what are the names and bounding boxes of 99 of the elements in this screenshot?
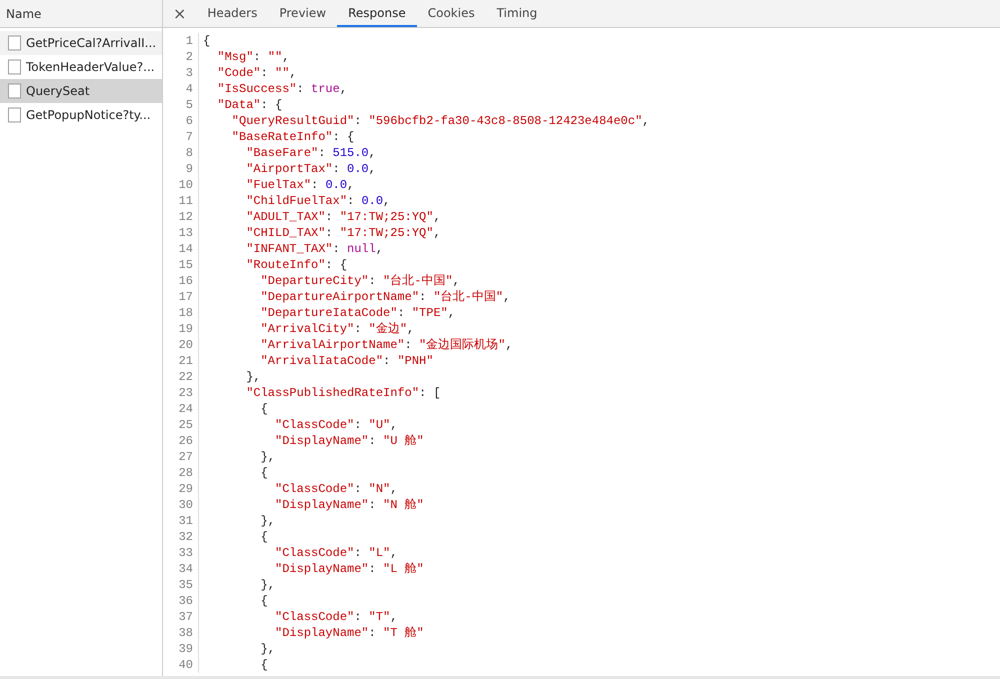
- line-number: 28: [178, 465, 193, 481]
- code-line: },: [245, 370, 261, 384]
- code-line: },: [260, 514, 276, 528]
- request-item[interactable]: GetPriceCal?ArrivalI...: [0, 31, 162, 55]
- line-number: 19: [178, 321, 193, 337]
- code-line: "ClassCode": "L",: [274, 546, 398, 560]
- line-number: 15: [178, 257, 193, 273]
- line-number: 9: [184, 161, 193, 177]
- code-line: "BaseRateInfo": {: [230, 130, 354, 144]
- code-line: "DepartureCity": "台北-中国",: [260, 274, 460, 288]
- line-number: 18: [178, 305, 193, 321]
- line-number: 14: [178, 241, 193, 257]
- code-line: "RouteInfo": {: [245, 258, 348, 272]
- code-line: "ArrivalCity": "金边",: [260, 322, 414, 336]
- code-line: "ADULT_TAX": "17:TW;25:YQ",: [245, 210, 441, 224]
- code-line: },: [260, 450, 276, 464]
- document-icon: [8, 83, 21, 99]
- line-number: 20: [178, 337, 193, 353]
- line-number: 4: [184, 81, 193, 97]
- line-number: 32: [178, 529, 193, 545]
- line-number: 27: [178, 449, 193, 465]
- code-line: "IsSuccess": true,: [216, 82, 348, 96]
- line-number: 7: [184, 129, 193, 145]
- document-icon: [8, 107, 21, 123]
- line-number: 1: [184, 33, 193, 49]
- code-line: "DisplayName": "U 舱": [274, 434, 424, 448]
- code-line: "QueryResultGuid": "596bcfb2-fa30-43c8-8508-12423e484e0c",: [230, 114, 650, 128]
- line-number: 3: [184, 65, 193, 81]
- request-item[interactable]: QuerySeat: [0, 79, 162, 103]
- tab[interactable]: Cookies: [416, 0, 486, 27]
- line-number: 34: [178, 561, 193, 577]
- code-line: {: [260, 530, 268, 544]
- line-number: 21: [178, 353, 193, 369]
- code-line: "DepartureIataCode": "TPE",: [260, 306, 456, 320]
- line-number: 17: [178, 289, 193, 305]
- code-line: },: [260, 642, 276, 656]
- line-number: 6: [184, 113, 193, 129]
- line-number: 29: [178, 481, 193, 497]
- line-number: 40: [178, 657, 193, 673]
- line-number: 36: [178, 593, 193, 609]
- code-line: },: [260, 578, 276, 592]
- code-line: {: [203, 34, 210, 48]
- document-icon: [8, 35, 21, 51]
- line-number: 22: [178, 369, 193, 385]
- code-line: "Msg": "",: [216, 50, 290, 64]
- line-number: 31: [178, 513, 193, 529]
- code-line: "ChildFuelTax": 0.0,: [245, 194, 390, 208]
- code-line: "ClassPublishedRateInfo": [: [245, 386, 441, 400]
- line-number: 23: [178, 385, 193, 401]
- code-line: "ArrivalAirportName": "金边国际机场",: [260, 338, 513, 352]
- line-number: 39: [178, 641, 193, 657]
- request-name: GetPopupNotice?ty...: [26, 108, 151, 122]
- line-number: 37: [178, 609, 193, 625]
- code-line: {: [260, 594, 268, 608]
- line-number: 25: [178, 417, 193, 433]
- code-line: "Data": {: [216, 98, 282, 112]
- column-header: Name: [0, 0, 162, 28]
- code-line: "DisplayName": "L 舱": [274, 562, 424, 576]
- close-button[interactable]: ×: [163, 0, 196, 27]
- code-line: {: [260, 658, 268, 672]
- line-number: 12: [178, 209, 193, 225]
- line-number: 33: [178, 545, 193, 561]
- request-name: QuerySeat: [26, 84, 90, 98]
- code-line: {: [260, 466, 268, 480]
- code-line: {: [260, 402, 268, 416]
- request-name: TokenHeaderValue?...: [26, 60, 155, 74]
- line-number: 30: [178, 497, 193, 513]
- tab[interactable]: Response: [337, 0, 417, 27]
- line-number: 11: [178, 193, 193, 209]
- tab[interactable]: Headers: [196, 0, 268, 27]
- line-number: 13: [178, 225, 193, 241]
- line-number: 5: [184, 97, 193, 113]
- tab[interactable]: Preview: [268, 0, 338, 27]
- request-name: GetPriceCal?ArrivalI...: [26, 36, 156, 50]
- code-line: "DisplayName": "N 舱": [274, 498, 424, 512]
- code-line: "DisplayName": "T 舱": [274, 626, 424, 640]
- line-number: 8: [184, 145, 193, 161]
- line-number: 16: [178, 273, 193, 289]
- code-line: "INFANT_TAX": null,: [245, 242, 384, 256]
- code-line: "Code": "",: [216, 66, 297, 80]
- code-line: "CHILD_TAX": "17:TW;25:YQ",: [245, 226, 441, 240]
- code-line: "ArrivalIataCode": "PNH": [260, 354, 434, 368]
- line-number: 38: [178, 625, 193, 641]
- request-item[interactable]: TokenHeaderValue?...: [0, 55, 162, 79]
- line-number: 10: [178, 177, 193, 193]
- tab[interactable]: Timing: [486, 0, 548, 27]
- code-line: "FuelTax": 0.0,: [245, 178, 354, 192]
- line-number: 24: [178, 401, 193, 417]
- line-number: 35: [178, 577, 193, 593]
- line-number: 2: [184, 49, 193, 65]
- document-icon: [8, 59, 21, 75]
- code-line: "BaseFare": 515.0,: [245, 146, 376, 160]
- code-line: "ClassCode": "U",: [274, 418, 398, 432]
- request-item[interactable]: GetPopupNotice?ty...: [0, 103, 162, 127]
- code-line: "ClassCode": "T",: [274, 610, 398, 624]
- code-line: "ClassCode": "N",: [274, 482, 398, 496]
- code-line: "AirportTax": 0.0,: [245, 162, 376, 176]
- line-number: 26: [178, 433, 193, 449]
- code-line: "DepartureAirportName": "台北-中国",: [260, 290, 510, 304]
